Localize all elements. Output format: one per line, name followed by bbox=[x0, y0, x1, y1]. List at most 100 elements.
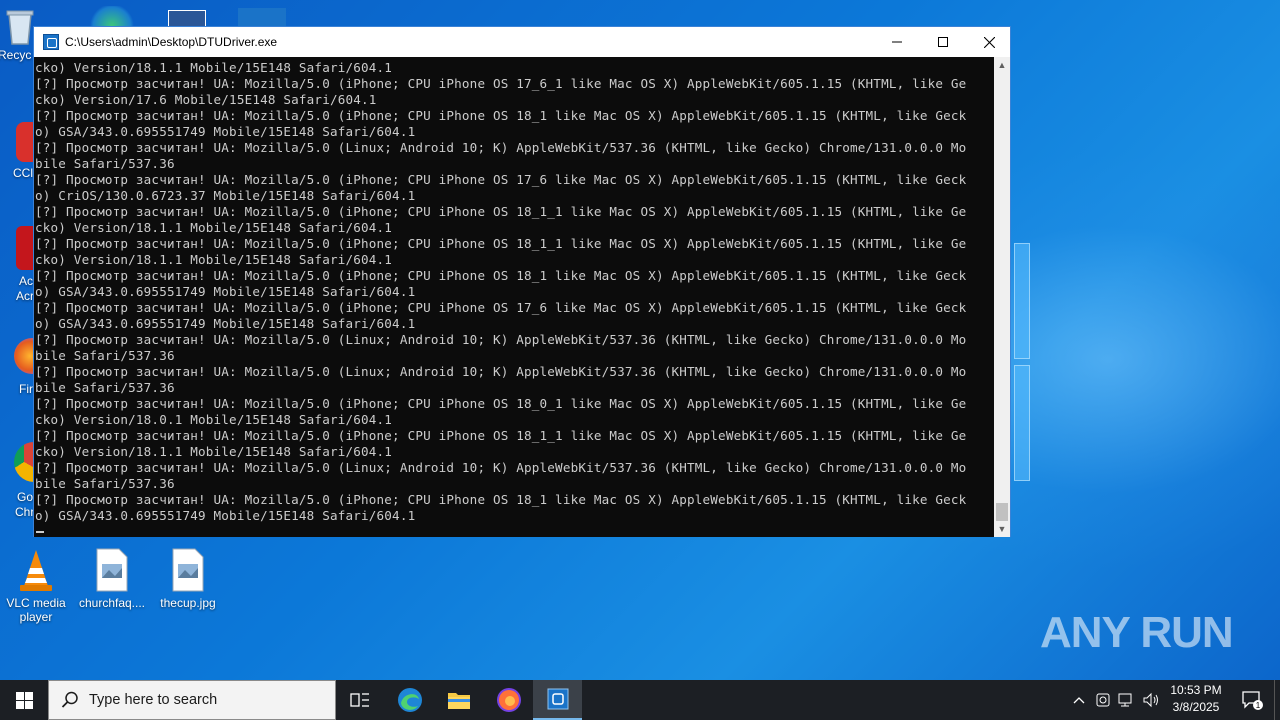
chrome-label-1: Go bbox=[17, 490, 34, 504]
task-view-icon bbox=[350, 693, 369, 707]
console-line: bile Safari/537.36 bbox=[35, 348, 175, 363]
task-view-button[interactable] bbox=[336, 680, 384, 720]
show-desktop-button[interactable] bbox=[1274, 680, 1280, 720]
firefox-label: Fir bbox=[19, 382, 33, 396]
speaker-icon bbox=[1143, 692, 1158, 708]
start-button[interactable] bbox=[0, 680, 48, 720]
taskbar-search-box[interactable]: Type here to search bbox=[48, 680, 336, 720]
network-icon bbox=[1118, 693, 1132, 707]
acrobat-label-2: Acr bbox=[16, 289, 34, 303]
notification-count: 1 bbox=[1256, 701, 1261, 710]
wallpaper-logo-pane bbox=[1014, 243, 1030, 359]
vlc-label: VLC media player bbox=[6, 596, 66, 624]
console-line: bile Safari/537.36 bbox=[35, 476, 175, 491]
clock-date: 3/8/2025 bbox=[1172, 700, 1220, 714]
console-line: [?] Просмотр засчитан! UA: Mozilla/5.0 (… bbox=[35, 140, 967, 155]
minimize-icon bbox=[892, 41, 902, 43]
scrollbar-thumb[interactable] bbox=[996, 503, 1008, 521]
show-hidden-icons-button[interactable] bbox=[1068, 680, 1090, 720]
minimize-button[interactable] bbox=[874, 27, 920, 57]
clock-time: 10:53 PM bbox=[1170, 683, 1222, 697]
taskbar-clock[interactable]: 10:53 PM 3/8/2025 bbox=[1160, 682, 1232, 718]
console-app-icon bbox=[43, 34, 59, 50]
chrome-icon[interactable] bbox=[14, 442, 34, 482]
taskbar-dtudriver[interactable] bbox=[533, 680, 582, 720]
image-file-icon bbox=[96, 548, 128, 592]
console-line: [?] Просмотр засчитан! UA: Mozilla/5.0 (… bbox=[35, 364, 967, 379]
console-line: [?] Просмотр засчитан! UA: Mozilla/5.0 (… bbox=[35, 76, 967, 91]
console-line: o) GSA/343.0.695551749 Mobile/15E148 Saf… bbox=[35, 124, 416, 139]
scroll-up-arrow-icon[interactable]: ▲ bbox=[994, 57, 1010, 73]
windows-logo-icon bbox=[15, 691, 33, 709]
console-window[interactable]: C:\Users\admin\Desktop\DTUDriver.exe cko… bbox=[33, 26, 1011, 537]
console-line: [?] Просмотр засчитан! UA: Mozilla/5.0 (… bbox=[35, 172, 967, 187]
taskbar-firefox[interactable] bbox=[485, 680, 533, 720]
ccleaner-icon[interactable] bbox=[16, 122, 34, 162]
console-line: [?] Просмотр засчитан! UA: Mozilla/5.0 (… bbox=[35, 460, 967, 475]
console-cursor bbox=[36, 531, 44, 533]
maximize-button[interactable] bbox=[920, 27, 966, 57]
folder-icon bbox=[448, 693, 470, 709]
thecup-label: thecup.jpg bbox=[160, 596, 216, 610]
chevron-up-icon bbox=[1073, 697, 1085, 704]
watermark-text: ANY RUN bbox=[1040, 608, 1234, 657]
search-icon bbox=[61, 691, 78, 708]
network-button[interactable] bbox=[1116, 680, 1138, 720]
vlc-cone-icon bbox=[20, 550, 52, 591]
console-line: bile Safari/537.36 bbox=[35, 156, 175, 171]
volume-button[interactable] bbox=[1140, 680, 1162, 720]
console-line: o) CriOS/130.0.6723.37 Mobile/15E148 Saf… bbox=[35, 188, 416, 203]
firefox-icon bbox=[497, 688, 521, 712]
edge-desktop-icon[interactable] bbox=[88, 6, 136, 26]
tray-app-icon[interactable] bbox=[1092, 680, 1114, 720]
anyrun-watermark: ANY RUN bbox=[1040, 604, 1234, 658]
console-line: [?] Просмотр засчитан! UA: Mozilla/5.0 (… bbox=[35, 236, 967, 251]
console-line: bile Safari/537.36 bbox=[35, 380, 175, 395]
console-line: cko) Version/18.1.1 Mobile/15E148 Safari… bbox=[35, 252, 393, 267]
console-line: cko) Version/17.6 Mobile/15E148 Safari/6… bbox=[35, 92, 377, 107]
console-line: cko) Version/18.0.1 Mobile/15E148 Safari… bbox=[35, 412, 393, 427]
vlc-desktop-icon[interactable]: VLC media player bbox=[0, 548, 74, 624]
console-line: [?] Просмотр засчитан! UA: Mozilla/5.0 (… bbox=[35, 332, 967, 347]
notification-icon: 1 bbox=[1242, 691, 1263, 710]
churchfaq-label: churchfaq.... bbox=[78, 596, 146, 610]
console-text: cko) Version/18.1.1 Mobile/15E148 Safari… bbox=[34, 57, 994, 524]
chrome-label-2: Chr bbox=[15, 505, 35, 519]
console-app-icon bbox=[547, 688, 568, 710]
console-output[interactable]: cko) Version/18.1.1 Mobile/15E148 Safari… bbox=[34, 57, 994, 537]
console-line: [?] Просмотр засчитан! UA: Mozilla/5.0 (… bbox=[35, 428, 967, 443]
console-line: [?] Просмотр засчитан! UA: Mozilla/5.0 (… bbox=[35, 108, 967, 123]
console-line: [?] Просмотр засчитан! UA: Mozilla/5.0 (… bbox=[35, 300, 967, 315]
thecup-file-icon[interactable]: thecup.jpg bbox=[150, 548, 226, 610]
close-button[interactable] bbox=[966, 27, 1012, 57]
taskbar-edge[interactable] bbox=[386, 680, 434, 720]
console-line: [?] Просмотр засчитан! UA: Mozilla/5.0 (… bbox=[35, 204, 967, 219]
console-line: cko) Version/18.1.1 Mobile/15E148 Safari… bbox=[35, 220, 393, 235]
device-icon bbox=[1096, 693, 1110, 707]
image-file-icon bbox=[172, 548, 204, 592]
scroll-down-arrow-icon[interactable]: ▼ bbox=[994, 521, 1010, 537]
console-title: C:\Users\admin\Desktop\DTUDriver.exe bbox=[65, 35, 278, 49]
action-center-button[interactable]: 1 bbox=[1234, 680, 1270, 720]
wallpaper-logo-pane bbox=[1014, 365, 1030, 481]
maximize-icon bbox=[938, 37, 948, 47]
taskbar: Type here to search 10:53 PM 3/8/2025 1 bbox=[0, 680, 1280, 720]
console-line: [?] Просмотр засчитан! UA: Mozilla/5.0 (… bbox=[35, 396, 967, 411]
churchfaq-file-icon[interactable]: churchfaq.... bbox=[74, 548, 150, 610]
ccleaner-label: CCl bbox=[13, 166, 33, 180]
console-line: cko) Version/18.1.1 Mobile/15E148 Safari… bbox=[35, 60, 393, 75]
close-icon bbox=[983, 36, 995, 48]
console-titlebar[interactable]: C:\Users\admin\Desktop\DTUDriver.exe bbox=[34, 27, 1010, 57]
console-line: [?] Просмотр засчитан! UA: Mozilla/5.0 (… bbox=[35, 268, 967, 283]
console-line: o) GSA/343.0.695551749 Mobile/15E148 Saf… bbox=[35, 508, 416, 523]
firefox-icon[interactable] bbox=[14, 338, 34, 374]
edge-icon bbox=[398, 688, 422, 712]
console-line: o) GSA/343.0.695551749 Mobile/15E148 Saf… bbox=[35, 284, 416, 299]
console-scrollbar[interactable]: ▲ ▼ bbox=[994, 57, 1010, 537]
console-line: [?] Просмотр засчитан! UA: Mozilla/5.0 (… bbox=[35, 492, 967, 507]
acrobat-label-1: Ac bbox=[19, 274, 34, 288]
console-line: cko) Version/18.1.1 Mobile/15E148 Safari… bbox=[35, 444, 393, 459]
acrobat-icon[interactable] bbox=[16, 226, 34, 270]
taskbar-file-explorer[interactable] bbox=[435, 680, 483, 720]
app-shortcut-icon[interactable] bbox=[238, 8, 286, 26]
